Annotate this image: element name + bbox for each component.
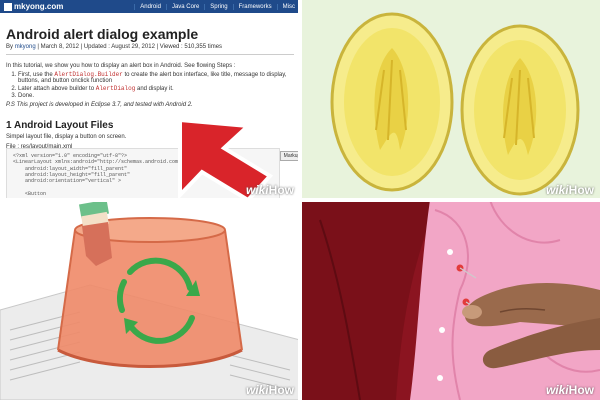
squash-halves-illustration: [330, 12, 580, 196]
site-logo-text: mkyong.com: [14, 2, 64, 11]
squash-half-left: [330, 12, 454, 192]
article-title: Android alert dialog example: [6, 26, 199, 42]
nav-item-java-core[interactable]: Java Core: [165, 3, 204, 10]
meta-by: By: [6, 44, 14, 50]
nav-item-spring[interactable]: Spring: [204, 3, 232, 10]
meta-details: | March 8, 2012 | Updated : August 29, 2…: [37, 44, 223, 50]
panel-divider-horizontal: [0, 198, 600, 202]
pinning-fabric-illustration: [300, 200, 600, 400]
nav-item-frameworks[interactable]: Frameworks: [232, 3, 277, 10]
panel-lampshade-painting: wikiHow: [0, 200, 300, 400]
site-logo[interactable]: mkyong.com: [4, 2, 63, 11]
wikihow-watermark: wikiHow: [545, 183, 594, 197]
divider: [6, 54, 294, 55]
nav-item-misc[interactable]: Misc: [276, 3, 300, 10]
wikihow-watermark: wikiHow: [245, 183, 294, 197]
logo-icon: [4, 2, 12, 11]
panel-pinning-fabric: wikiHow: [300, 200, 600, 400]
wikihow-watermark: wikiHow: [245, 383, 294, 397]
squash-half-right: [460, 24, 580, 196]
site-nav: Android Java Core Spring Frameworks Misc: [134, 3, 300, 10]
panel-squash-halves: wikiHow: [300, 0, 600, 200]
lampshade-illustration: [0, 200, 300, 400]
nav-item-android[interactable]: Android: [134, 3, 166, 10]
article-meta: By mkyong | March 8, 2012 | Updated : Au…: [6, 44, 294, 50]
red-arrow-icon: [178, 117, 274, 200]
panel-website-screenshot: mkyong.com Android Java Core Spring Fram…: [0, 0, 300, 200]
author-link[interactable]: mkyong: [15, 44, 36, 50]
wikihow-watermark: wikiHow: [545, 383, 594, 397]
site-header: mkyong.com Android Java Core Spring Fram…: [0, 0, 300, 13]
